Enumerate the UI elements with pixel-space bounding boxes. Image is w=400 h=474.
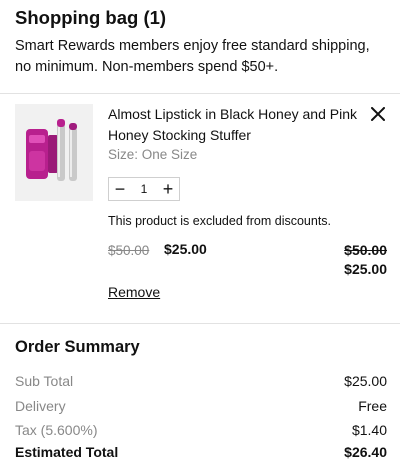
summary-value: $1.40 — [351, 422, 387, 438]
decrement-button[interactable]: − — [109, 178, 131, 200]
order-summary-title: Order Summary — [15, 338, 140, 356]
summary-label: Sub Total — [15, 373, 74, 389]
line-total-original: $50.00 — [344, 242, 387, 258]
quantity-stepper: − + — [108, 177, 180, 201]
divider — [0, 323, 400, 324]
discount-exclusion-note: This product is excluded from discounts. — [108, 214, 332, 228]
shipping-promo-text: Smart Rewards members enjoy free standar… — [15, 38, 370, 75]
product-name[interactable]: Almost Lipstick in Black Honey and Pink … — [108, 104, 358, 146]
summary-label: Delivery — [15, 398, 66, 414]
summary-label: Estimated Total — [15, 444, 119, 460]
original-price: $50.00 — [108, 243, 150, 258]
lipstick-duo-icon — [26, 118, 77, 181]
sale-price: $25.00 — [164, 241, 207, 257]
close-icon — [371, 107, 385, 121]
summary-label: Tax (5.600%) — [15, 422, 98, 438]
summary-row-delivery: Delivery Free — [15, 398, 387, 414]
increment-button[interactable]: + — [157, 178, 179, 200]
summary-value: $25.00 — [344, 373, 387, 389]
remove-item-close-button[interactable] — [368, 104, 388, 124]
remove-link[interactable]: Remove — [108, 284, 160, 300]
line-total: $25.00 — [344, 261, 387, 277]
divider — [0, 93, 400, 94]
summary-row-tax: Tax (5.600%) $1.40 — [15, 422, 387, 438]
product-image[interactable] — [15, 104, 93, 201]
page-title: Shopping bag (1) — [15, 7, 167, 28]
summary-value: $26.40 — [344, 444, 387, 460]
summary-value: Free — [358, 398, 387, 414]
quantity-field[interactable] — [131, 181, 157, 197]
summary-row-subtotal: Sub Total $25.00 — [15, 373, 387, 389]
product-size: Size: One Size — [108, 147, 198, 162]
summary-row-estimated-total: Estimated Total $26.40 — [15, 444, 387, 460]
